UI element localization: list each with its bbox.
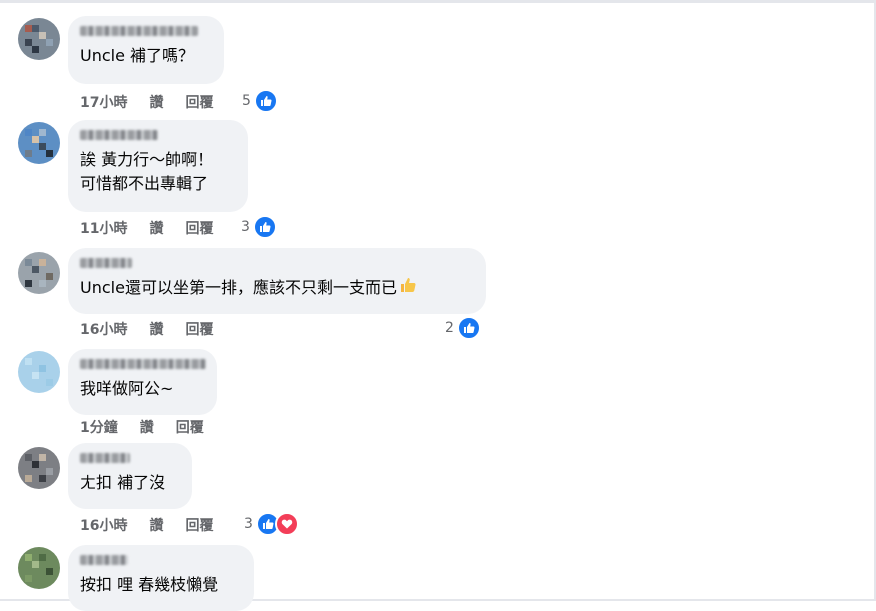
- comment-bubble: ㄤ扣 補了沒: [68, 443, 192, 509]
- timestamp[interactable]: 16小時: [80, 515, 127, 535]
- comment-actions: 1分鐘 讚 回覆: [80, 417, 226, 437]
- reaction-summary[interactable]: 3: [241, 215, 277, 239]
- like-link[interactable]: 讚: [149, 515, 163, 535]
- comment-bubble: Uncle 補了嗎？: [68, 16, 224, 84]
- like-reaction-icon: [253, 89, 278, 113]
- love-reaction-icon: [274, 512, 299, 536]
- comment-actions: 16小時 讚 回覆: [80, 319, 235, 339]
- reaction-count: 2: [445, 320, 454, 336]
- reaction-count: 3: [241, 219, 250, 235]
- reaction-count: 3: [244, 516, 253, 532]
- like-link[interactable]: 讚: [149, 92, 163, 112]
- avatar[interactable]: [18, 447, 60, 489]
- author-name-blurred[interactable]: [80, 130, 158, 140]
- comment-actions: 11小時 讚 回覆: [80, 218, 235, 238]
- comment-bubble: 誒 黃力行～帥啊！ 可惜都不出專輯了: [68, 120, 248, 212]
- reaction-summary[interactable]: 3: [244, 512, 299, 536]
- comment-text: 按扣 哩 春幾枝懶覺: [80, 575, 219, 594]
- comment-actions: 17小時 讚 回覆: [80, 92, 235, 112]
- reaction-summary[interactable]: 2: [445, 316, 481, 340]
- comment-text: ㄤ扣 補了沒: [80, 473, 166, 492]
- comment-actions: 16小時 讚 回覆: [80, 515, 235, 535]
- reply-link[interactable]: 回覆: [185, 515, 213, 535]
- comment-text: 我咩做阿公~: [80, 379, 174, 398]
- reply-link[interactable]: 回覆: [185, 92, 213, 112]
- avatar[interactable]: [18, 18, 60, 60]
- like-reaction-icon: [456, 316, 481, 340]
- reply-link[interactable]: 回覆: [185, 218, 213, 238]
- like-link[interactable]: 讚: [149, 319, 163, 339]
- reaction-summary[interactable]: 5: [242, 89, 278, 113]
- like-link[interactable]: 讚: [140, 417, 154, 437]
- reply-link[interactable]: 回覆: [185, 319, 213, 339]
- like-link[interactable]: 讚: [149, 218, 163, 238]
- author-name-blurred[interactable]: [80, 26, 198, 36]
- timestamp[interactable]: 16小時: [80, 319, 127, 339]
- avatar[interactable]: [18, 252, 60, 294]
- comment-text-content: Uncle還可以坐第一排，應該不只剩一支而已: [80, 278, 397, 297]
- author-name-blurred[interactable]: [80, 258, 132, 268]
- comment-bubble: 按扣 哩 春幾枝懶覺: [68, 545, 254, 611]
- avatar[interactable]: [18, 122, 60, 164]
- avatar[interactable]: [18, 351, 60, 393]
- comment-bubble: 我咩做阿公~: [68, 349, 217, 415]
- comment-text-line-2: 可惜都不出專輯了: [80, 174, 209, 193]
- like-reaction-icon: [252, 215, 277, 239]
- author-name-blurred[interactable]: [80, 555, 128, 565]
- reply-link[interactable]: 回覆: [176, 417, 204, 437]
- reaction-count: 5: [242, 93, 251, 109]
- timestamp[interactable]: 11小時: [80, 218, 127, 238]
- timestamp[interactable]: 17小時: [80, 92, 127, 112]
- comment-text-line-1: 誒 黃力行～帥啊！: [80, 150, 214, 169]
- timestamp[interactable]: 1分鐘: [80, 417, 118, 437]
- author-name-blurred[interactable]: [80, 453, 130, 463]
- author-name-blurred[interactable]: [80, 359, 206, 369]
- avatar[interactable]: [18, 547, 60, 589]
- thumbs-up-emoji-icon: [399, 276, 417, 301]
- comment-text: Uncle還可以坐第一排，應該不只剩一支而已: [80, 276, 474, 301]
- top-divider: [0, 0, 876, 3]
- comment-bubble: Uncle還可以坐第一排，應該不只剩一支而已: [68, 248, 486, 314]
- comment-text: Uncle 補了嗎？: [80, 46, 195, 65]
